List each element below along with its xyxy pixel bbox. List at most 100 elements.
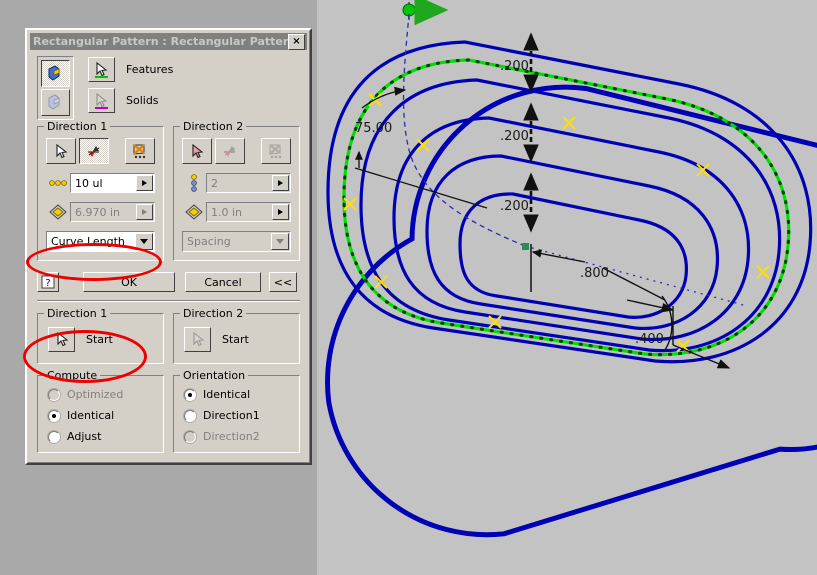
radio-icon[interactable] — [184, 409, 196, 422]
spacing-dimension-group: .200 .200 .200 — [500, 32, 539, 233]
direction2-distance-field[interactable]: 1.0 in — [206, 202, 291, 222]
direction2-legend: Direction 2 — [180, 120, 247, 133]
spacing-dim-2-text: .200 — [500, 129, 529, 144]
collapse-button[interactable]: << — [269, 272, 297, 292]
radio-icon[interactable] — [184, 430, 196, 443]
count-icon — [46, 179, 70, 187]
rectangular-pattern-dialog[interactable]: Rectangular Pattern : Rectangular Patter… — [25, 28, 312, 465]
start-direction2-group: Direction 2 Start — [173, 307, 300, 364]
direction2-midplane-button[interactable] — [261, 138, 291, 164]
orientation-legend: Orientation — [180, 369, 249, 382]
orientation-group: Orientation Identical Direction1 Directi… — [173, 369, 300, 453]
cursor-arrow-icon — [95, 92, 108, 109]
orientation-direction1-label: Direction1 — [203, 409, 260, 422]
direction2-mode-combobox[interactable]: Spacing — [182, 231, 291, 252]
direction1-select-path-button[interactable] — [46, 138, 76, 164]
midplane-icon — [133, 144, 146, 159]
help-button[interactable]: ? — [37, 272, 59, 292]
compute-optimized-label: Optimized — [67, 388, 124, 401]
direction1-midplane-button[interactable] — [125, 138, 155, 164]
feature-pattern-icon — [48, 65, 60, 81]
direction2-select-path-button[interactable] — [182, 138, 212, 164]
radius-dim-text: .400 — [635, 332, 664, 347]
solids-label: Solids — [126, 94, 159, 107]
start-direction1-button[interactable] — [48, 327, 75, 352]
count-icon — [182, 173, 206, 193]
length-dimension: .800 — [530, 244, 666, 301]
compute-option-optimized[interactable]: Optimized — [48, 388, 155, 401]
start-direction1-legend: Direction 1 — [44, 307, 111, 320]
compute-legend: Compute — [44, 369, 101, 382]
flip-direction-icon — [224, 145, 236, 157]
svg-text:?: ? — [45, 278, 50, 289]
ok-button[interactable]: OK — [83, 272, 175, 292]
compute-option-identical[interactable]: Identical — [48, 409, 155, 422]
direction2-distance-dropdown-button[interactable] — [272, 204, 289, 220]
direction1-distance-dropdown-button[interactable] — [136, 204, 153, 220]
chevron-down-icon[interactable] — [271, 233, 289, 250]
direction1-flip-button[interactable] — [79, 138, 109, 164]
direction2-distance-value: 1.0 in — [211, 205, 243, 219]
distance-icon — [46, 204, 70, 220]
select-solids-button[interactable] — [88, 88, 115, 113]
start-direction2-button[interactable] — [184, 327, 211, 352]
divider — [37, 300, 300, 302]
direction2-count-dropdown-button[interactable] — [272, 175, 289, 191]
radio-icon[interactable] — [184, 388, 196, 401]
cursor-arrow-icon — [56, 143, 68, 158]
cursor-arrow-icon — [56, 331, 68, 347]
distance-icon — [182, 204, 206, 220]
solid-pattern-icon — [48, 94, 60, 110]
cursor-arrow-icon — [192, 331, 204, 347]
direction1-legend: Direction 1 — [44, 120, 111, 133]
pattern-path — [342, 58, 791, 357]
direction2-group: Direction 2 2 1.0 in Spacing — [173, 120, 300, 261]
length-dim-text: .800 — [580, 266, 609, 281]
compute-identical-label: Identical — [67, 409, 115, 422]
close-icon[interactable]: × — [288, 33, 305, 50]
pattern-type-toggle-group[interactable] — [37, 56, 74, 120]
direction2-count-value: 2 — [211, 176, 218, 190]
direction1-distance-value: 6.970 in — [75, 205, 121, 219]
direction2-mode-value: Spacing — [187, 235, 231, 248]
radio-icon[interactable] — [48, 409, 60, 422]
pattern-features-toggle-button[interactable] — [41, 60, 70, 87]
orientation-identical-label: Identical — [203, 388, 251, 401]
start-direction2-legend: Direction 2 — [180, 307, 247, 320]
select-solids-row[interactable]: Solids — [88, 87, 300, 114]
select-features-button[interactable] — [88, 57, 115, 82]
direction1-mode-value: Curve Length — [51, 235, 125, 248]
compute-adjust-label: Adjust — [67, 430, 102, 443]
cancel-button[interactable]: Cancel — [185, 272, 261, 292]
cad-viewport[interactable]: .200 .200 .200 .800 .400 75.00 — [317, 0, 817, 575]
direction1-count-field[interactable]: 10 ul — [70, 173, 155, 193]
pattern-solids-toggle-button[interactable] — [41, 89, 70, 116]
dialog-title: Rectangular Pattern : Rectangular Patter… — [33, 35, 288, 48]
centerline — [522, 243, 748, 307]
dialog-titlebar[interactable]: Rectangular Pattern : Rectangular Patter… — [30, 33, 307, 50]
start-direction2-label: Start — [222, 333, 249, 346]
orientation-option-identical[interactable]: Identical — [184, 388, 291, 401]
orientation-direction2-label: Direction2 — [203, 430, 260, 443]
orientation-option-direction2[interactable]: Direction2 — [184, 430, 291, 443]
help-icon: ? — [41, 275, 55, 289]
select-features-row[interactable]: Features — [88, 56, 300, 83]
orientation-option-direction1[interactable]: Direction1 — [184, 409, 291, 422]
start-direction1-group: Direction 1 Start — [37, 307, 164, 364]
midplane-icon — [269, 144, 282, 159]
spacing-dim-3-text: .200 — [500, 199, 529, 214]
flip-direction-icon — [88, 145, 100, 157]
radio-icon[interactable] — [48, 388, 60, 401]
direction1-mode-combobox[interactable]: Curve Length — [46, 231, 155, 252]
direction2-flip-button[interactable] — [215, 138, 245, 164]
chevron-down-icon[interactable] — [135, 233, 153, 250]
radio-icon[interactable] — [48, 430, 60, 443]
compute-option-adjust[interactable]: Adjust — [48, 430, 155, 443]
cursor-arrow-icon — [95, 61, 108, 78]
angle-dim-text: 75.00 — [355, 121, 392, 136]
cursor-arrow-icon — [192, 143, 204, 158]
direction1-group: Direction 1 10 ul 6.970 in Curve Length — [37, 120, 164, 261]
direction1-distance-field[interactable]: 6.970 in — [70, 202, 155, 222]
direction2-count-field[interactable]: 2 — [206, 173, 291, 193]
direction1-count-dropdown-button[interactable] — [136, 175, 153, 191]
